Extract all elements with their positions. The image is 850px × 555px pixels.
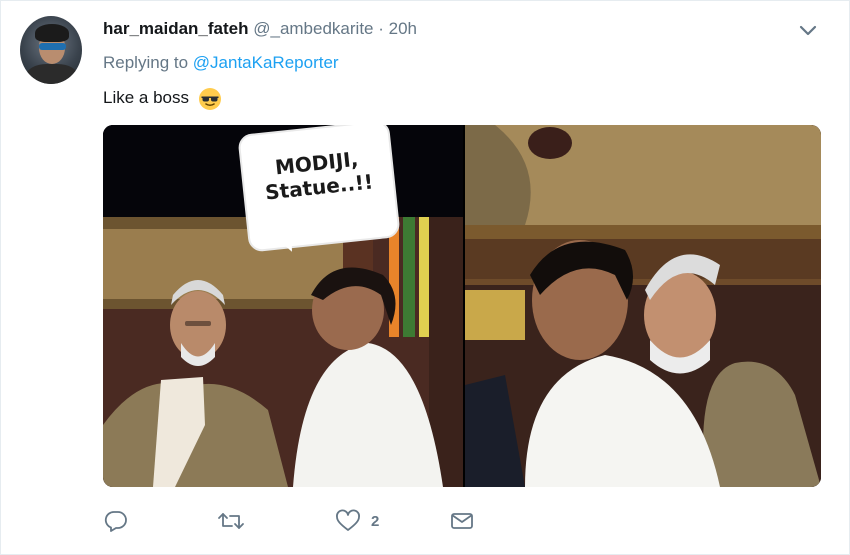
- retweet-button[interactable]: [216, 506, 256, 536]
- tweet-header: har_maidan_fateh @_ambedkarite · 20h: [103, 18, 417, 40]
- like-button[interactable]: 2: [335, 506, 379, 536]
- retweet-icon: [218, 513, 244, 529]
- speech-bubble: MODIJI, Statue..!!: [237, 125, 401, 253]
- avatar-sunglasses-shape: [39, 43, 66, 50]
- avatar-body-shape: [26, 64, 78, 84]
- chevron-down-icon[interactable]: [796, 20, 820, 40]
- tweet-body: Like a boss: [103, 88, 189, 107]
- user-handle[interactable]: @_ambedkarite: [253, 19, 373, 38]
- display-name[interactable]: har_maidan_fateh: [103, 19, 249, 38]
- direct-message-button[interactable]: [449, 506, 485, 536]
- replying-to-mention[interactable]: @JantaKaReporter: [193, 53, 339, 72]
- media-grid[interactable]: MODIJI, Statue..!!: [103, 125, 821, 487]
- replying-prefix: Replying to: [103, 53, 189, 72]
- reply-button[interactable]: [103, 506, 139, 536]
- tweet-text: Like a boss: [103, 86, 222, 111]
- replying-to-line: Replying to @JantaKaReporter: [103, 52, 339, 74]
- like-count: 2: [371, 512, 380, 530]
- avatar-hair-shape: [35, 24, 69, 42]
- separator-dot: ·: [378, 19, 384, 38]
- avatar[interactable]: [20, 16, 82, 84]
- envelope-icon: [451, 513, 473, 529]
- tweet-actions: 2: [103, 506, 523, 536]
- timestamp[interactable]: 20h: [389, 19, 417, 38]
- photo-right-illustration: [465, 125, 821, 487]
- photo-left[interactable]: MODIJI, Statue..!!: [103, 125, 463, 487]
- heart-icon: [336, 509, 360, 531]
- reply-icon: [104, 511, 127, 532]
- sunglasses-emoji-icon: [198, 87, 221, 110]
- photo-right[interactable]: [465, 125, 821, 487]
